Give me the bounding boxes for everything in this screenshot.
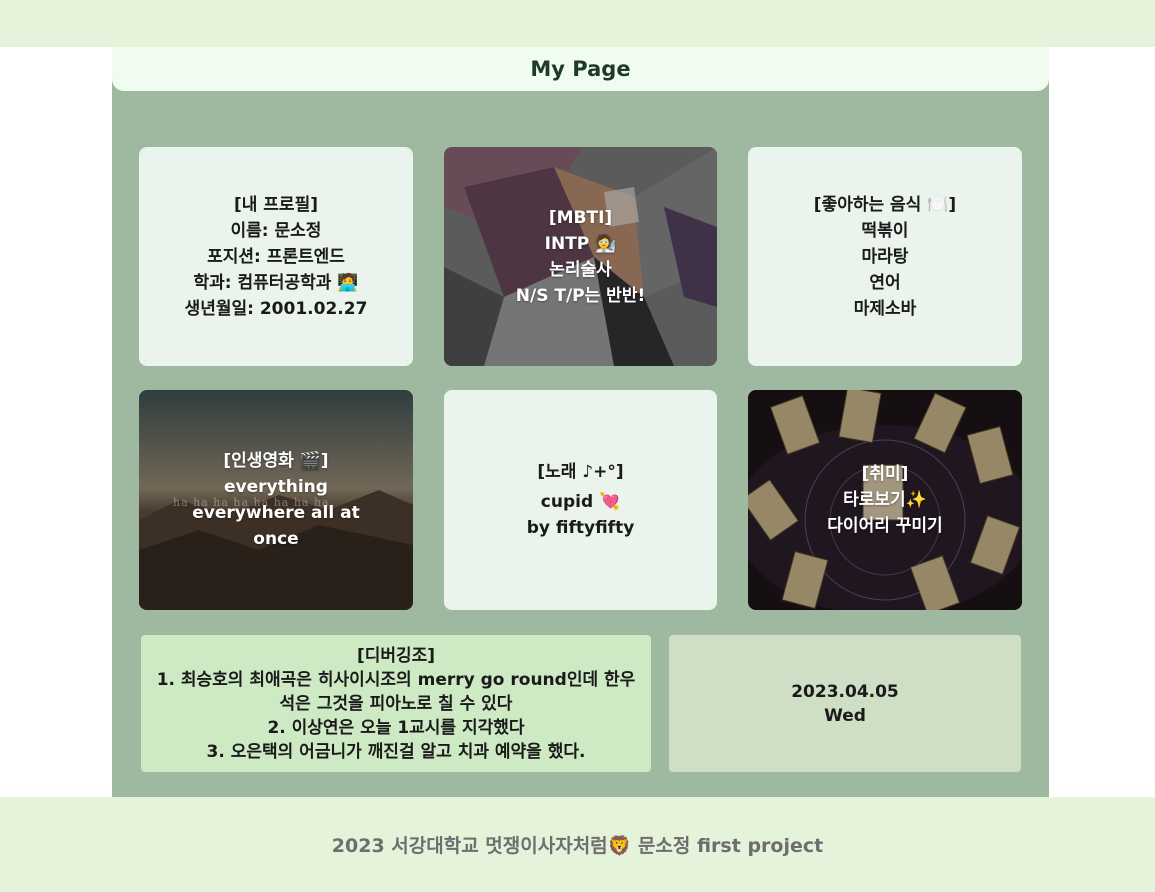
profile-card: [내 프로필] 이름: 문소정 포지션: 프론트엔드 학과: 컴퓨터공학과 🧑‍… [139, 147, 413, 366]
debugging-line: 2. 이상연은 오늘 1교시를 지각했다 [267, 717, 525, 738]
profile-major: 학과: 컴퓨터공학과 🧑‍💻 [193, 272, 359, 293]
song-artist: by fiftyfifty [526, 518, 635, 538]
date-text: 2023.04.05 [791, 681, 899, 702]
movie-title-line: everything [224, 477, 328, 497]
page-title: My Page [530, 57, 631, 81]
footer: 2023 서강대학교 멋쟁이사자처럼🦁 문소정 first project [0, 797, 1155, 892]
mbti-heading: [MBTI] [548, 207, 613, 228]
mbti-note: N/S T/P는 반반! [515, 285, 646, 306]
song-card: [노래 ♪+°] cupid 💘 by fiftyfifty [444, 390, 717, 610]
food-item: 떡볶이 [861, 220, 909, 241]
hobby-card: [취미] 타로보기✨ 다이어리 꾸미기 [748, 390, 1022, 610]
song-heading: [노래 ♪+°] [537, 462, 624, 482]
song-title: cupid 💘 [540, 492, 621, 512]
movie-heading: [인생영화 🎬] [223, 451, 329, 471]
debugging-line: 1. 최승호의 최애곡은 히사이시조의 merry go round인데 한우 [156, 669, 636, 690]
movie-title-line: once [253, 529, 299, 549]
profile-birthday: 생년월일: 2001.02.27 [184, 298, 368, 319]
profile-heading: [내 프로필] [233, 194, 318, 215]
food-item: 연어 [869, 272, 901, 293]
weekday-text: Wed [824, 705, 866, 726]
profile-position: 포지션: 프론트엔드 [207, 246, 345, 267]
mbti-type: INTP 🧑‍🔬 [544, 233, 617, 254]
top-band [0, 0, 1155, 47]
profile-name: 이름: 문소정 [230, 220, 322, 241]
debugging-team-card: [디버깅조] 1. 최승호의 최애곡은 히사이시조의 merry go roun… [141, 635, 651, 772]
mbti-name: 논리술사 [549, 259, 612, 280]
food-card: [좋아하는 음식 🍽️] 떡볶이 마라탕 연어 마제소바 [748, 147, 1022, 366]
movie-title-line: everywhere all at [192, 503, 360, 523]
footer-text: 2023 서강대학교 멋쟁이사자처럼🦁 문소정 first project [331, 835, 824, 857]
hobby-item: 타로보기✨ [843, 490, 927, 510]
debugging-heading: [디버깅조] [356, 645, 436, 666]
food-item: 마라탕 [861, 246, 909, 267]
movie-card: ha ha ha ha ha ha ha ha [인생영화 🎬] everyth… [139, 390, 413, 610]
hobby-heading: [취미] [861, 464, 909, 484]
hobby-item: 다이어리 꾸미기 [827, 516, 943, 536]
debugging-line: 석은 그것을 피아노로 칠 수 있다 [279, 693, 513, 714]
food-heading: [좋아하는 음식 🍽️] [813, 194, 957, 215]
debugging-line: 3. 오은택의 어금니가 깨진걸 알고 치과 예약을 했다. [206, 741, 586, 762]
page-title-bar: My Page [112, 47, 1049, 91]
food-item: 마제소바 [853, 298, 917, 319]
mbti-card: [MBTI] INTP 🧑‍🔬 논리술사 N/S T/P는 반반! [444, 147, 717, 366]
date-card: 2023.04.05 Wed [669, 635, 1021, 772]
